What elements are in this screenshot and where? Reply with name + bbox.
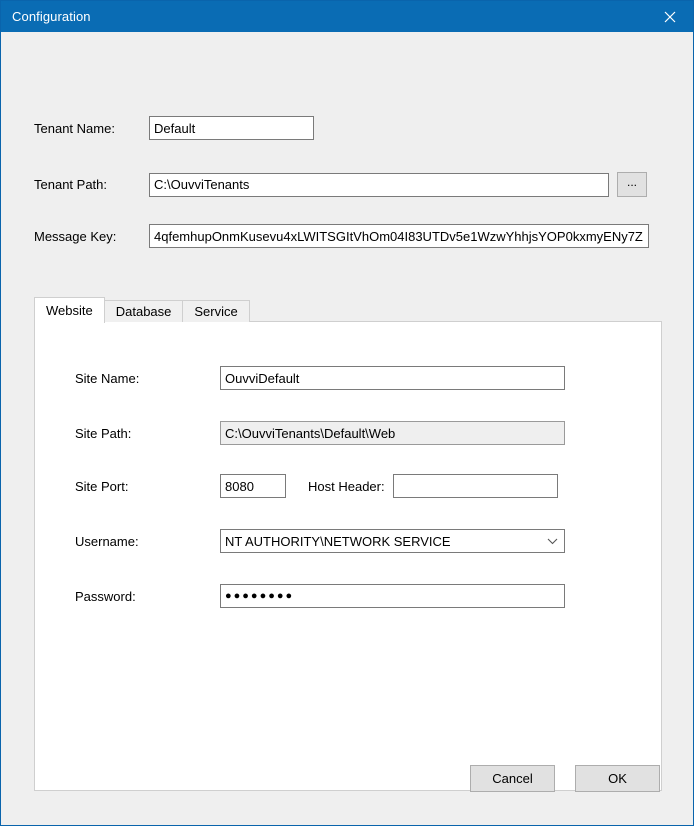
- username-selected-value: NT AUTHORITY\NETWORK SERVICE: [225, 533, 451, 549]
- configuration-dialog: Configuration Tenant Name: Default Tenan…: [0, 0, 694, 826]
- tenant-name-row: Tenant Name: Default: [34, 116, 314, 140]
- website-tab-panel: Site Name: OuvviDefault Site Path: C:\Ou…: [34, 321, 662, 791]
- dialog-body: Tenant Name: Default Tenant Path: C:\Ouv…: [1, 32, 693, 825]
- host-header-label: Host Header:: [308, 478, 385, 494]
- tab-strip: Website Database Service: [34, 297, 662, 323]
- ok-button[interactable]: OK: [575, 765, 660, 792]
- site-port-label: Site Port:: [75, 478, 129, 494]
- tenant-path-row: Tenant Path: C:\OuvviTenants ...: [34, 172, 647, 197]
- username-label: Username:: [75, 533, 139, 549]
- tenant-path-label: Tenant Path:: [34, 177, 107, 192]
- message-key-input[interactable]: 4qfemhupOnmKusevu4xLWITSGItVhOm04I83UTDv…: [149, 224, 649, 248]
- message-key-label: Message Key:: [34, 228, 117, 244]
- site-path-label: Site Path:: [75, 425, 132, 441]
- password-row: Password: ●●●●●●●●: [75, 584, 565, 608]
- message-key-row: Message Key: 4qfemhupOnmKusevu4xLWITSGIt…: [34, 224, 649, 248]
- tenant-path-input[interactable]: C:\OuvviTenants: [149, 172, 609, 197]
- host-header-input[interactable]: [392, 474, 558, 498]
- chevron-down-icon: [547, 538, 558, 545]
- site-port-input[interactable]: 8080: [220, 474, 286, 498]
- tab-website[interactable]: Website: [34, 297, 105, 323]
- tab-service[interactable]: Service: [182, 300, 250, 322]
- title-bar: Configuration: [1, 1, 693, 32]
- site-path-row: Site Path: C:\OuvviTenants\Default\Web: [75, 421, 565, 445]
- window-title: Configuration: [12, 9, 91, 24]
- site-name-row: Site Name: OuvviDefault: [75, 366, 565, 390]
- tab-database[interactable]: Database: [103, 300, 184, 322]
- cancel-button[interactable]: Cancel: [470, 765, 555, 792]
- close-icon[interactable]: [647, 1, 693, 32]
- dialog-footer: Cancel OK: [470, 765, 660, 792]
- browse-tenant-path-button[interactable]: ...: [617, 172, 647, 197]
- site-name-input[interactable]: OuvviDefault: [220, 366, 565, 390]
- site-port-row: Site Port: 8080 Host Header:: [75, 474, 558, 498]
- site-name-label: Site Name:: [75, 370, 140, 386]
- password-input[interactable]: ●●●●●●●●: [220, 584, 565, 608]
- tenant-name-input[interactable]: Default: [149, 116, 314, 140]
- tab-container: Website Database Service Site Name: Ouvv…: [34, 297, 662, 791]
- username-row: Username: NT AUTHORITY\NETWORK SERVICE: [75, 529, 565, 553]
- password-label: Password:: [75, 588, 136, 604]
- tenant-name-label: Tenant Name:: [34, 120, 115, 136]
- username-select[interactable]: NT AUTHORITY\NETWORK SERVICE: [220, 529, 565, 553]
- site-path-input: C:\OuvviTenants\Default\Web: [220, 421, 565, 445]
